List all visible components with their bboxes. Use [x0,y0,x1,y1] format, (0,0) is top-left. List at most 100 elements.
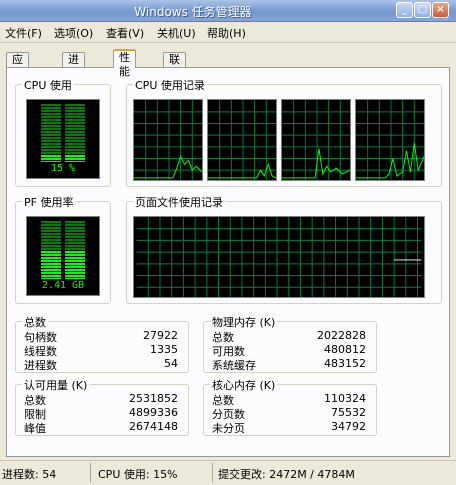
meter-segment [41,245,61,247]
commit-peak-row: 峰值 2674148 [24,420,178,436]
meter-segment [65,131,85,133]
meter-segment [41,155,61,157]
meter-segment [41,233,61,235]
meter-segment [65,242,85,244]
meter-segment [41,221,61,223]
commit-peak-key: 峰值 [24,422,46,435]
meter-segment [65,263,85,265]
meter-segment [41,236,61,238]
commit-charge-group: 认可用量 (K) 总数 2531852 限制 4899336 峰值 267414… [15,377,189,436]
cpu-usage-value: 15 % [50,163,76,174]
meter-segment [65,149,85,151]
status-commit-charge: 提交更改: 2472M / 4784M [218,468,355,481]
meter-segment [65,272,85,274]
performance-panel: CPU 使用 15 % CPU 使用记录 PF 使用率 2.41 GB 页面文件… [6,67,450,457]
commit-charge-label: 认可用量 (K) [22,377,90,393]
meter-segment [65,224,85,226]
meter-segment [65,248,85,250]
tab-performance[interactable]: 性能 [113,49,136,78]
meter-segment [65,266,85,268]
meter-segment [41,242,61,244]
physical-cache-key: 系统缓存 [212,359,256,372]
cpu-usage-group: CPU 使用 15 % [15,77,111,187]
meter-segment [65,161,85,162]
menu-file[interactable]: 文件(F) [5,25,42,41]
meter-segment [41,128,61,130]
close-button[interactable]: × [432,2,449,18]
meter-segment [65,152,85,154]
meter-segment [41,119,61,121]
title-bar[interactable]: Windows 任务管理器 _ □ × [0,0,456,22]
kernel-memory-group: 核心内存 (K) 总数 110324 分页数 75532 未分页 34792 [203,377,377,436]
meter-segment [65,110,85,112]
meter-segment [65,221,85,223]
meter-segment [41,140,61,142]
meter-segment [41,125,61,127]
kernel-paged-value: 75532 [331,406,366,419]
meter-segment [65,134,85,136]
meter-segment [41,149,61,151]
meter-segment [65,122,85,124]
menu-help[interactable]: 帮助(H) [207,25,246,41]
menu-view[interactable]: 查看(V) [106,25,144,41]
tab-networking[interactable]: 联网 [163,52,186,80]
menu-shutdown[interactable]: 关机(U) [157,25,196,41]
meter-segment [65,137,85,139]
meter-segment [41,131,61,133]
cpu-usage-meter: 15 % [26,99,100,179]
meter-segment [65,140,85,142]
meter-segment [65,128,85,130]
meter-segment [41,260,61,262]
meter-segment [65,155,85,157]
meter-segment [41,230,61,232]
meter-segment [65,251,85,253]
pf-usage-group: PF 使用率 2.41 GB [15,194,111,304]
cpu-history-group: CPU 使用记录 [126,77,442,187]
meter-segment [65,119,85,121]
totals-processes-value: 54 [164,357,178,370]
status-bar: 进程数: 54 CPU 使用: 15% 提交更改: 2472M / 4784M [0,460,456,485]
meter-segment [41,224,61,226]
kernel-nonpaged-key: 未分页 [212,422,245,435]
meter-segment [65,254,85,256]
menu-options[interactable]: 选项(O) [54,25,93,41]
cpu-trace [208,162,276,179]
meter-segment [65,269,85,271]
maximize-button[interactable]: □ [414,2,431,18]
meter-segment [41,161,61,162]
meter-segment [41,272,61,274]
cpu-history-graph-core-4 [355,99,425,181]
cpu-history-graph-core-1 [133,99,203,181]
commit-limit-value: 4899336 [129,406,178,419]
meter-segment [41,146,61,148]
meter-segment [41,275,61,277]
meter-segment [65,278,85,279]
pf-usage-meter: 2.41 GB [26,216,100,296]
meter-segment [41,152,61,154]
meter-segment [65,113,85,115]
meter-segment [41,263,61,265]
cpu-trace [356,142,424,179]
tab-applications[interactable]: 应用程序 [6,52,29,108]
cpu-history-graph-core-3 [281,99,351,181]
cpu-history-graph-core-2 [207,99,277,181]
minimize-button[interactable]: _ [396,2,413,18]
cpu-meter-bars [41,104,85,162]
meter-segment [41,254,61,256]
meter-segment [41,269,61,271]
meter-segment [41,122,61,124]
tab-processes[interactable]: 进程 [62,52,85,80]
meter-segment [41,110,61,112]
meter-segment [65,230,85,232]
meter-segment [65,245,85,247]
physical-cache-row: 系统缓存 483152 [212,357,366,373]
meter-segment [41,158,61,160]
meter-segment [41,143,61,145]
meter-segment [41,134,61,136]
meter-segment [41,251,61,253]
menu-bar: 文件(F) 选项(O) 查看(V) 关机(U) 帮助(H) [0,22,456,43]
meter-segment [41,266,61,268]
meter-segment [41,113,61,115]
commit-peak-value: 2674148 [129,420,178,433]
status-process-count: 进程数: 54 [2,468,57,481]
